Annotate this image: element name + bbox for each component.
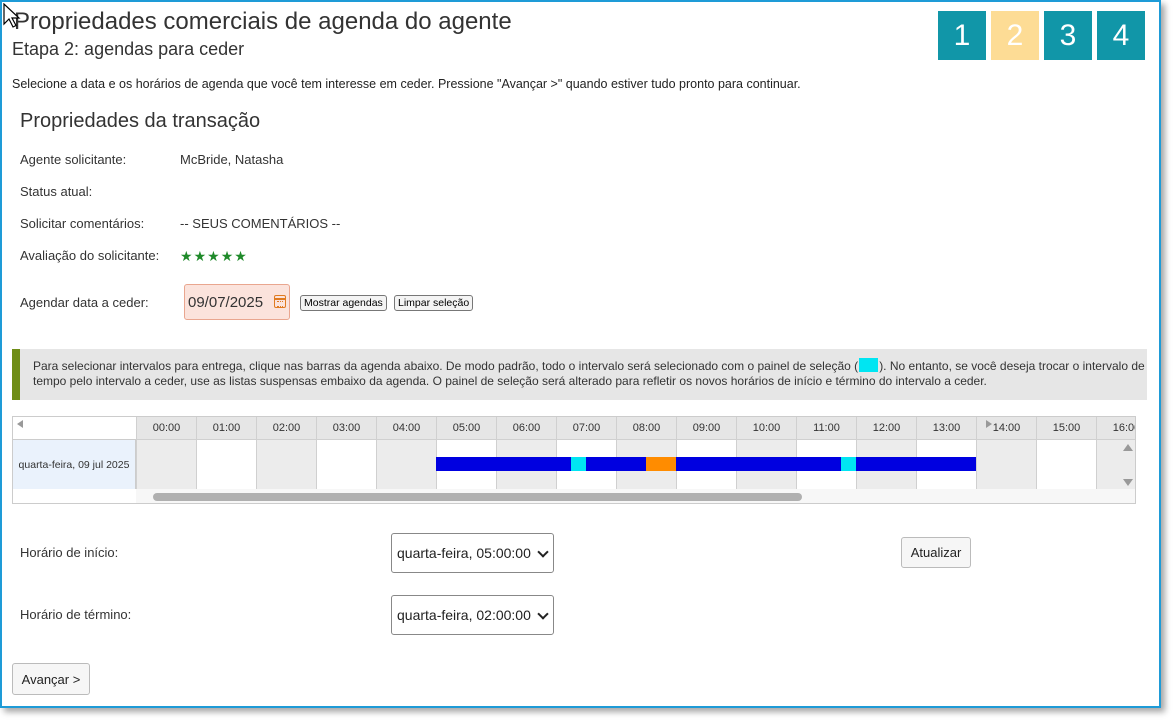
star-icon: ★ xyxy=(220,248,235,264)
scroll-left-arrow-icon[interactable] xyxy=(17,420,23,428)
hour-cell[interactable] xyxy=(316,439,376,489)
hour-header: 02:00 xyxy=(256,417,316,439)
end-time-label: Horário de término: xyxy=(20,607,132,622)
start-time-select[interactable]: quarta-feira, 05:00:00 xyxy=(391,533,554,573)
scroll-down-arrow-icon[interactable] xyxy=(1123,479,1133,486)
step-2-current: 2 xyxy=(991,11,1039,60)
dialog-frame: Propriedades comerciais de agenda do age… xyxy=(0,0,1161,708)
schedule-bar-segment[interactable] xyxy=(676,457,841,471)
info-box: Para selecionar intervalos para entrega,… xyxy=(12,349,1147,400)
hour-header: 06:00 xyxy=(496,417,556,439)
scroll-up-arrow-icon[interactable] xyxy=(1123,444,1133,451)
mouse-cursor-icon xyxy=(3,2,21,34)
hour-header: 03:00 xyxy=(316,417,376,439)
scroll-right-arrow-icon[interactable] xyxy=(986,420,992,428)
hour-header: 15:00 xyxy=(1036,417,1096,439)
clear-selection-button[interactable]: Limpar seleção xyxy=(394,295,474,311)
comments-value: -- SEUS COMENTÁRIOS -- xyxy=(180,216,341,231)
info-text-before: Para selecionar intervalos para entrega,… xyxy=(33,359,859,373)
hour-cell[interactable] xyxy=(1036,439,1096,489)
start-time-label: Horário de início: xyxy=(20,545,119,560)
step-1: 1 xyxy=(938,11,986,60)
hour-header: 10:00 xyxy=(736,417,796,439)
hour-cell[interactable] xyxy=(136,439,196,489)
page-title: Propriedades comerciais de agenda do age… xyxy=(14,8,512,35)
schedule-bar-segment[interactable] xyxy=(586,457,646,471)
horizontal-scrollbar[interactable] xyxy=(136,489,1135,503)
status-label: Status atual: xyxy=(20,184,93,199)
step-indicator: 1 2 3 4 xyxy=(938,11,1145,60)
schedule-grid: quarta-feira, 09 jul 2025 00:00 01:00 02:0… xyxy=(12,416,1136,504)
date-input[interactable]: 09/07/2025 xyxy=(184,284,290,320)
instruction-text: Selecione a data e os horários de agenda… xyxy=(12,77,801,91)
page-subtitle: Etapa 2: agendas para ceder xyxy=(12,39,245,59)
comments-label: Solicitar comentários: xyxy=(20,216,145,231)
hour-header: 08:00 xyxy=(616,417,676,439)
hour-header: 05:00 xyxy=(436,417,496,439)
hour-header: 14:00 xyxy=(976,417,1036,439)
schedule-row-label: quarta-feira, 09 jul 2025 xyxy=(13,439,136,489)
step-3: 3 xyxy=(1044,11,1092,60)
calendar-icon[interactable] xyxy=(274,295,286,308)
hour-header: 01:00 xyxy=(196,417,256,439)
schedule-bar-segment[interactable] xyxy=(646,457,676,471)
requester-value: McBride, Natasha xyxy=(180,152,284,167)
star-icon: ★ xyxy=(234,248,248,264)
next-button[interactable]: Avançar > xyxy=(12,663,90,695)
show-schedules-button[interactable]: Mostrar agendas xyxy=(300,295,387,311)
selection-color-swatch xyxy=(859,358,879,372)
star-icon: ★ xyxy=(180,248,194,264)
hour-cell[interactable] xyxy=(256,439,316,489)
hour-header: 12:00 xyxy=(856,417,916,439)
update-button[interactable]: Atualizar xyxy=(901,537,971,568)
hour-cell[interactable] xyxy=(976,439,1036,489)
hour-header: 09:00 xyxy=(676,417,736,439)
hour-cell[interactable] xyxy=(376,439,436,489)
end-time-value: quarta-feira, 02:00:00 xyxy=(397,607,531,623)
star-icon: ★ xyxy=(207,248,221,264)
chevron-down-icon xyxy=(537,546,549,558)
hour-header: 04:00 xyxy=(376,417,436,439)
chevron-down-icon xyxy=(537,608,549,620)
hour-header: 07:00 xyxy=(556,417,616,439)
rating-stars: ★★★★★ xyxy=(180,248,248,265)
requester-label: Agente solicitante: xyxy=(20,152,127,167)
schedule-bar-segment[interactable] xyxy=(436,457,571,471)
rating-label: Avaliação do solicitante: xyxy=(20,248,160,263)
schedule-bar-segment[interactable] xyxy=(841,457,856,471)
schedule-bar-segment[interactable] xyxy=(571,457,586,471)
hour-header: 16:00 xyxy=(1096,417,1135,439)
schedule-bar-segment[interactable] xyxy=(856,457,976,471)
date-value: 09/07/2025 xyxy=(188,293,264,311)
step-4: 4 xyxy=(1097,11,1145,60)
hour-header: 00:00 xyxy=(136,417,196,439)
start-time-value: quarta-feira, 05:00:00 xyxy=(397,545,531,561)
scrollbar-thumb[interactable] xyxy=(153,493,802,501)
hour-header: 11:00 xyxy=(796,417,856,439)
star-icon: ★ xyxy=(193,248,208,264)
date-label: Agendar data a ceder: xyxy=(20,295,149,310)
section-title: Propriedades da transação xyxy=(20,110,261,132)
hour-cell[interactable] xyxy=(196,439,256,489)
end-time-select[interactable]: quarta-feira, 02:00:00 xyxy=(391,595,554,635)
hour-header: 13:00 xyxy=(916,417,976,439)
